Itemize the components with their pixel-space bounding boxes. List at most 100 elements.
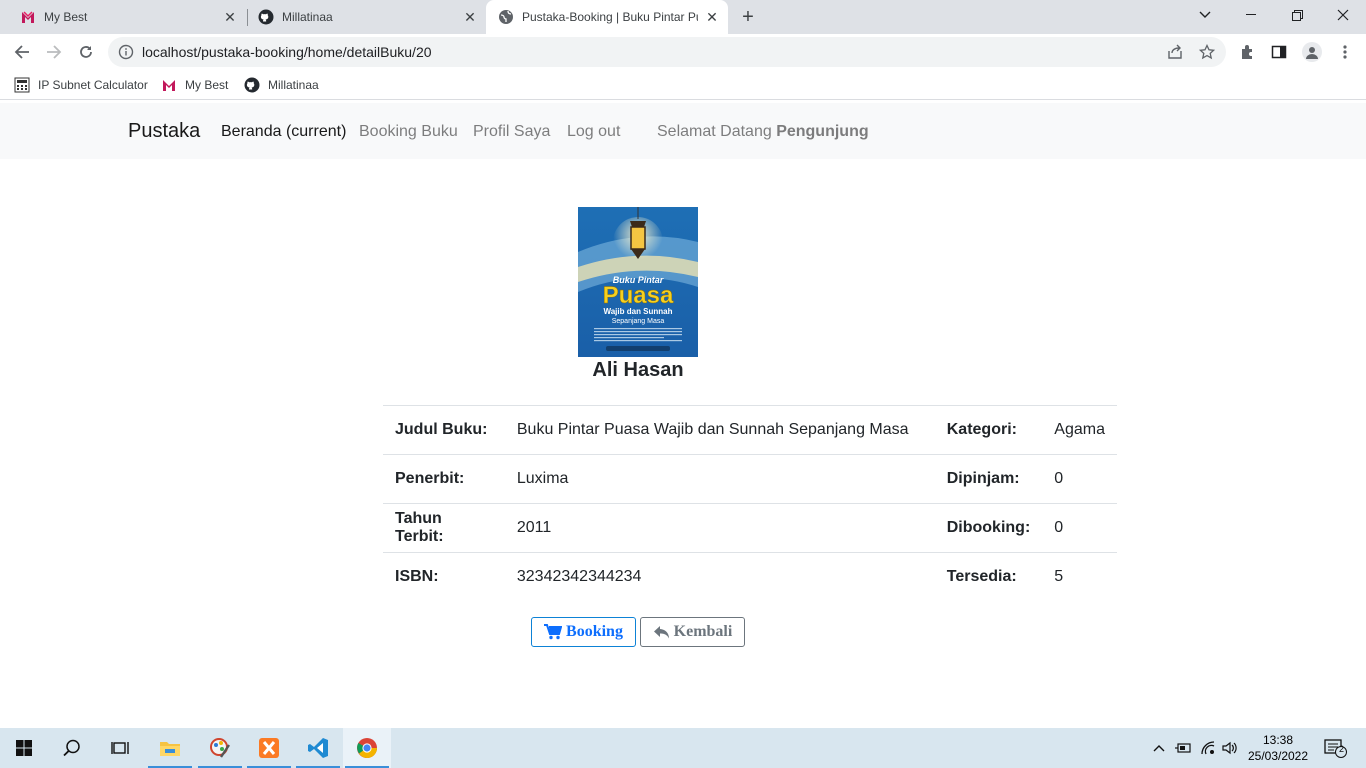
detail-value: Luxima	[504, 454, 935, 504]
windows-start-icon[interactable]	[0, 728, 48, 768]
taskbar-clock[interactable]: 13:38 25/03/2022	[1244, 732, 1312, 764]
site-navbar: Pustaka Beranda (current) Booking Buku P…	[0, 103, 1366, 159]
cover-title-line3: Wajib dan Sunnah	[603, 307, 672, 316]
xampp-icon[interactable]	[245, 728, 293, 768]
tab-title: Millatinaa	[282, 10, 333, 24]
detail-label: Judul Buku:	[383, 405, 505, 455]
nav-link-profil-saya[interactable]: Profil Saya	[473, 123, 550, 141]
bookmark-label: Millatinaa	[268, 78, 319, 92]
clock-date: 25/03/2022	[1247, 749, 1309, 763]
url-text: localhost/pustaka-booking/home/detailBuk…	[142, 44, 432, 60]
detail-label: Tahun Terbit:	[383, 503, 505, 553]
chevron-down-icon[interactable]	[1182, 0, 1228, 30]
detail-value: 5	[1042, 552, 1117, 602]
wifi-icon[interactable]	[1199, 740, 1217, 756]
table-row: Judul Buku: Buku Pintar Puasa Wajib dan …	[383, 405, 1117, 455]
back-arrow-icon[interactable]	[10, 40, 34, 64]
detail-value: Agama	[1042, 405, 1117, 455]
my-best-icon	[161, 77, 177, 93]
site-info-icon[interactable]	[118, 44, 134, 60]
table-row: Penerbit: Luxima Dipinjam: 0	[383, 454, 1117, 504]
star-icon[interactable]	[1198, 43, 1216, 60]
welcome-user: Pengunjung	[776, 123, 869, 140]
detail-value: Buku Pintar Puasa Wajib dan Sunnah Sepan…	[504, 405, 935, 455]
detail-value: 0	[1042, 454, 1117, 504]
close-icon[interactable]: ✕	[222, 9, 238, 25]
minimize-button[interactable]	[1228, 0, 1274, 30]
restore-button[interactable]	[1274, 0, 1320, 30]
nav-link-booking-buku[interactable]: Booking Buku	[359, 123, 458, 141]
reply-arrow-icon	[653, 625, 670, 640]
extensions-icon[interactable]	[1238, 43, 1256, 61]
bookmark-label: IP Subnet Calculator	[38, 78, 148, 92]
volume-icon[interactable]	[1221, 740, 1239, 756]
cover-title-line2: Puasa	[603, 282, 674, 309]
bookmark-ip-subnet-calculator[interactable]: IP Subnet Calculator	[14, 76, 148, 94]
bookmark-label: My Best	[185, 78, 229, 92]
nav-link-log-out[interactable]: Log out	[567, 123, 620, 141]
welcome-text: Selamat Datang Pengunjung	[657, 123, 869, 141]
table-row: ISBN: 32342342344234 Tersedia: 5	[383, 552, 1117, 602]
brand-link[interactable]: Pustaka	[128, 120, 200, 143]
close-icon[interactable]: ✕	[462, 9, 478, 25]
tab-title: My Best	[44, 10, 88, 24]
bookmarks-bar: IP Subnet Calculator My Best Millatinaa	[0, 70, 1366, 100]
nav-link-beranda[interactable]: Beranda (current)	[221, 123, 346, 141]
forward-arrow-icon[interactable]	[42, 40, 66, 64]
detail-value: 2011	[504, 503, 935, 553]
book-author: Ali Hasan	[592, 359, 684, 381]
new-tab-button[interactable]: +	[738, 6, 758, 28]
detail-label: Dibooking:	[934, 503, 1043, 553]
back-button[interactable]: Kembali	[640, 617, 745, 647]
share-icon[interactable]	[1167, 44, 1183, 60]
welcome-prefix: Selamat Datang	[657, 123, 772, 140]
search-icon[interactable]	[48, 728, 96, 768]
booking-button-label: Booking	[566, 623, 623, 640]
bookmark-my-best[interactable]: My Best	[161, 76, 228, 94]
chevron-up-icon[interactable]	[1150, 740, 1168, 756]
detail-label: Dipinjam:	[934, 454, 1043, 504]
side-panel-icon[interactable]	[1270, 43, 1288, 61]
detail-value: 0	[1042, 503, 1117, 553]
profile-avatar-icon[interactable]	[1302, 42, 1322, 62]
reload-icon[interactable]	[74, 40, 98, 64]
table-row: Tahun Terbit: 2011 Dibooking: 0	[383, 503, 1117, 553]
back-button-label: Kembali	[673, 623, 733, 640]
my-best-icon	[20, 9, 36, 25]
bookmark-millatinaa[interactable]: Millatinaa	[244, 76, 319, 94]
book-detail-table: Judul Buku: Buku Pintar Puasa Wajib dan …	[383, 405, 1117, 602]
browser-tab-strip: My Best ✕ Millatinaa ✕ Pustaka-Booking |…	[0, 0, 1366, 34]
tab-title: Pustaka-Booking | Buku Pintar Pu	[522, 10, 698, 24]
shopping-cart-icon	[544, 624, 563, 640]
book-cover-image: Buku Pintar Puasa Wajib dan Sunnah Sepan…	[578, 207, 698, 357]
detail-value: 32342342344234	[504, 552, 935, 602]
detail-label: Penerbit:	[383, 454, 505, 504]
tab-my-best[interactable]: My Best ✕	[0, 0, 246, 34]
menu-dots-icon[interactable]	[1336, 43, 1354, 61]
vscode-icon[interactable]	[294, 728, 342, 768]
detail-label: Kategori:	[934, 405, 1043, 455]
detail-label: Tersedia:	[934, 552, 1043, 602]
task-view-icon[interactable]	[96, 728, 144, 768]
github-icon	[244, 77, 260, 93]
address-bar[interactable]: localhost/pustaka-booking/home/detailBuk…	[108, 37, 1226, 67]
file-explorer-icon[interactable]	[146, 728, 194, 768]
tab-pustaka-booking[interactable]: Pustaka-Booking | Buku Pintar Pu ✕	[486, 0, 728, 34]
close-icon[interactable]: ✕	[704, 9, 720, 25]
battery-icon[interactable]	[1174, 740, 1192, 756]
browser-toolbar: localhost/pustaka-booking/home/detailBuk…	[0, 34, 1366, 70]
clock-time: 13:38	[1262, 733, 1294, 747]
paint-app-icon[interactable]	[196, 728, 244, 768]
window-close-button[interactable]	[1320, 0, 1366, 30]
windows-taskbar: 13:38 25/03/2022 2	[0, 728, 1366, 768]
calculator-icon	[14, 77, 30, 93]
tab-millatinaa[interactable]: Millatinaa ✕	[248, 0, 486, 34]
github-icon	[258, 9, 274, 25]
detail-label: ISBN:	[383, 552, 505, 602]
globe-icon	[498, 9, 514, 25]
booking-button[interactable]: Booking	[531, 617, 636, 647]
cover-title-line4: Sepanjang Masa	[612, 318, 665, 325]
notification-count: 2	[1338, 744, 1344, 754]
chrome-icon[interactable]	[343, 728, 391, 768]
notification-icon[interactable]: 2	[1324, 738, 1348, 758]
